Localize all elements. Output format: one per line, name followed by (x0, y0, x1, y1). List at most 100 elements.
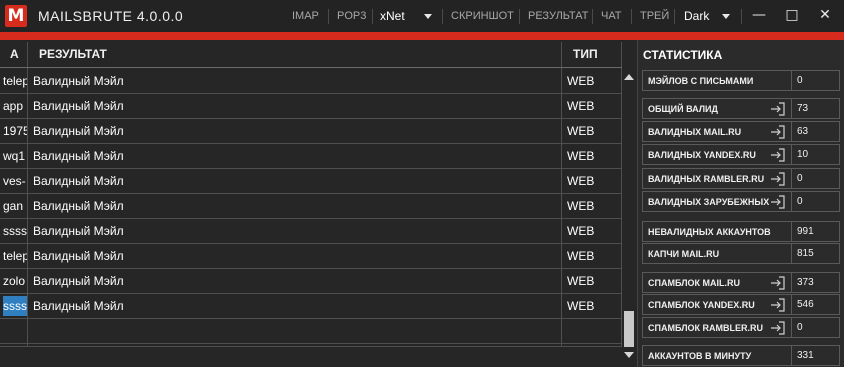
table-bottom-border (0, 346, 622, 347)
cell-account[interactable]: gan (3, 199, 27, 213)
cell-account[interactable]: telep (3, 249, 27, 263)
stat-row: НЕВАЛИДНЫХ АККАУНТОВ 991 (642, 221, 840, 242)
cell-result[interactable]: Валидный Мэйл (33, 124, 558, 138)
cell-type[interactable]: WEB (567, 224, 617, 238)
menu-tray[interactable]: ТРЕЙ (640, 10, 669, 22)
table-row[interactable]: ssss Валидный Мэйл WEB (0, 294, 622, 319)
cell-account[interactable]: zolo (3, 274, 27, 288)
login-icon[interactable] (770, 298, 786, 312)
cell-type[interactable]: WEB (567, 249, 617, 263)
minimize-button[interactable]: — (750, 6, 768, 24)
cell-account[interactable]: app (3, 99, 27, 113)
table-row[interactable]: 1975 Валидный Мэйл WEB (0, 119, 622, 144)
cell-account[interactable]: ves- (3, 174, 27, 188)
stat-divider (791, 222, 792, 241)
scroll-down-icon[interactable] (624, 352, 634, 358)
cell-type[interactable]: WEB (567, 99, 617, 113)
stat-divider (791, 244, 792, 263)
login-icon[interactable] (770, 172, 786, 186)
stat-row: ОБЩИЙ ВАЛИД 73 (642, 98, 840, 119)
chevron-down-icon[interactable] (722, 14, 730, 19)
table-row[interactable]: zolo Валидный Мэйл WEB (0, 269, 622, 294)
stat-value: 0 (797, 322, 803, 333)
cell-account[interactable]: ssss (3, 224, 27, 238)
stat-divider (791, 71, 792, 90)
column-header-type[interactable]: ТИП (567, 43, 617, 67)
engine-select[interactable]: xNet (380, 9, 405, 23)
menu-chat[interactable]: ЧАТ (601, 10, 622, 22)
cell-result[interactable]: Валидный Мэйл (33, 199, 558, 213)
cell-result[interactable]: Валидный Мэйл (33, 274, 558, 288)
stat-row: СПАМБЛОК YANDEX.RU 546 (642, 294, 840, 315)
menu-separator (519, 9, 520, 24)
stat-row: АККАУНТОВ В МИНУТУ 331 (642, 345, 840, 366)
stat-label: ВАЛИДНЫХ MAIL.RU (648, 127, 742, 137)
login-icon[interactable] (770, 276, 786, 290)
stat-value: 0 (797, 173, 803, 184)
stat-value: 991 (797, 226, 814, 237)
cell-type[interactable]: WEB (567, 74, 617, 88)
close-button[interactable]: ✕ (816, 6, 834, 24)
stat-row: МЭЙЛОВ С ПИСЬМАМИ 0 (642, 70, 840, 91)
stat-label: ОБЩИЙ ВАЛИД (648, 104, 718, 114)
cell-type[interactable]: WEB (567, 274, 617, 288)
menu-separator (631, 9, 632, 24)
stat-label: СПАМБЛОК RAMBLER.RU (648, 323, 764, 333)
stat-divider (791, 99, 792, 118)
cell-account[interactable]: telep (3, 74, 27, 88)
menu-imap[interactable]: IMAP (292, 10, 319, 22)
menu-separator (328, 9, 329, 24)
app-title: MAILSBRUTE 4.0.0.0 (38, 8, 184, 24)
maximize-button[interactable]: □ (783, 6, 801, 24)
cell-result[interactable]: Валидный Мэйл (33, 74, 558, 88)
column-header-result[interactable]: РЕЗУЛЬТАТ (33, 43, 558, 67)
stat-label: СПАМБЛОК YANDEX.RU (648, 300, 755, 310)
stat-row: ВАЛИДНЫХ MAIL.RU 63 (642, 121, 840, 142)
cell-type[interactable]: WEB (567, 149, 617, 163)
stat-divider (791, 192, 792, 211)
cell-result[interactable]: Валидный Мэйл (33, 174, 558, 188)
stat-value: 0 (797, 75, 803, 86)
scroll-up-icon[interactable] (624, 74, 634, 80)
table-row[interactable]: wq1 Валидный Мэйл WEB (0, 144, 622, 169)
cell-type[interactable]: WEB (567, 174, 617, 188)
theme-select[interactable]: Dark (684, 9, 709, 23)
cell-result[interactable]: Валидный Мэйл (33, 149, 558, 163)
app-logo-icon: M (5, 5, 27, 27)
row-divider (0, 343, 622, 344)
login-icon[interactable] (770, 321, 786, 335)
login-icon[interactable] (770, 102, 786, 116)
cell-account[interactable]: 1975 (3, 124, 27, 138)
stat-divider (791, 122, 792, 141)
stat-row: СПАМБЛОК RAMBLER.RU 0 (642, 317, 840, 338)
login-icon[interactable] (770, 195, 786, 209)
cell-type[interactable]: WEB (567, 124, 617, 138)
cell-result[interactable]: Валидный Мэйл (33, 99, 558, 113)
stat-row: СПАМБЛОК MAIL.RU 373 (642, 272, 840, 293)
table-row[interactable]: telep Валидный Мэйл WEB (0, 69, 622, 94)
scrollbar-thumb[interactable] (624, 311, 634, 347)
cell-result[interactable]: Валидный Мэйл (33, 224, 558, 238)
cell-type[interactable]: WEB (567, 299, 617, 313)
login-icon[interactable] (770, 125, 786, 139)
stat-divider (791, 295, 792, 314)
cell-account[interactable]: ssss (3, 296, 27, 316)
stat-value: 10 (797, 149, 809, 160)
table-row[interactable]: ves- Валидный Мэйл WEB (0, 169, 622, 194)
table-row[interactable]: ssss Валидный Мэйл WEB (0, 219, 622, 244)
menu-screenshot[interactable]: СКРИНШОТ (451, 10, 514, 22)
cell-type[interactable]: WEB (567, 199, 617, 213)
statistics-title: СТАТИСТИКА (643, 48, 723, 62)
cell-account[interactable]: wq1 (3, 149, 27, 163)
menu-result[interactable]: РЕЗУЛЬТАТ (528, 10, 588, 22)
login-icon[interactable] (770, 148, 786, 162)
table-row[interactable]: app Валидный Мэйл WEB (0, 94, 622, 119)
column-header-account[interactable]: A (4, 43, 26, 67)
table-row[interactable]: telep Валидный Мэйл WEB (0, 244, 622, 269)
menu-pop3[interactable]: POP3 (337, 10, 366, 22)
stat-divider (791, 145, 792, 164)
chevron-down-icon[interactable] (424, 14, 432, 19)
table-row[interactable]: gan Валидный Мэйл WEB (0, 194, 622, 219)
cell-result[interactable]: Валидный Мэйл (33, 299, 558, 313)
cell-result[interactable]: Валидный Мэйл (33, 249, 558, 263)
